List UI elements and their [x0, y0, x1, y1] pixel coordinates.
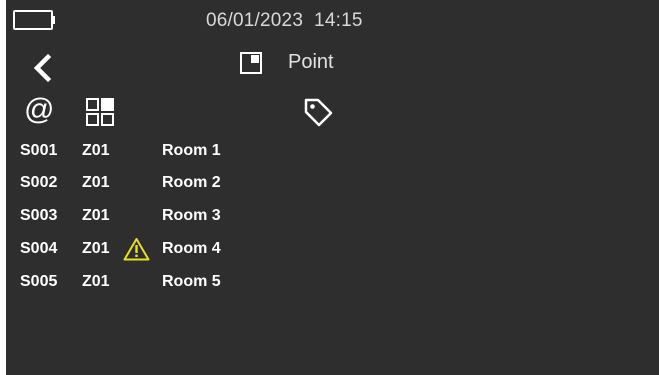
list-item[interactable]: S004 Z01 Room 4: [6, 238, 406, 264]
list-item[interactable]: S001 Z01 Room 1: [6, 142, 406, 166]
point-zone: Z01: [82, 207, 110, 224]
point-id: S004: [20, 240, 58, 257]
chevron-left-icon: [33, 53, 52, 83]
point-zone: Z01: [82, 240, 110, 257]
point-room: Room 5: [162, 273, 221, 290]
datetime: 06/01/2023 14:15: [206, 10, 363, 31]
point-id: S002: [20, 174, 58, 191]
list-item[interactable]: S005 Z01 Room 5: [6, 273, 406, 297]
battery-icon: [13, 10, 55, 30]
page-title: Point: [288, 51, 334, 73]
grid-squares-icon: [86, 98, 114, 126]
list-item[interactable]: S003 Z01 Room 3: [6, 207, 406, 231]
tag-icon: [304, 98, 333, 127]
point-zone: Z01: [82, 273, 110, 290]
point-zone: Z01: [82, 142, 110, 159]
warning-icon: [123, 238, 150, 261]
list-item[interactable]: S002 Z01 Room 2: [6, 174, 406, 198]
device-screen: 06/01/2023 14:15 Point @ S001 Z01 Room 1 S0…: [6, 0, 659, 375]
point-id: S003: [20, 207, 58, 224]
point-square-icon: [240, 52, 262, 74]
address-column-header: @: [24, 93, 55, 126]
point-room: Room 1: [162, 142, 221, 159]
point-id: S001: [20, 142, 58, 159]
back-button[interactable]: [32, 53, 52, 83]
point-zone: Z01: [82, 174, 110, 191]
point-room: Room 2: [162, 174, 221, 191]
point-room: Room 4: [162, 240, 221, 257]
point-id: S005: [20, 273, 58, 290]
point-room: Room 3: [162, 207, 221, 224]
